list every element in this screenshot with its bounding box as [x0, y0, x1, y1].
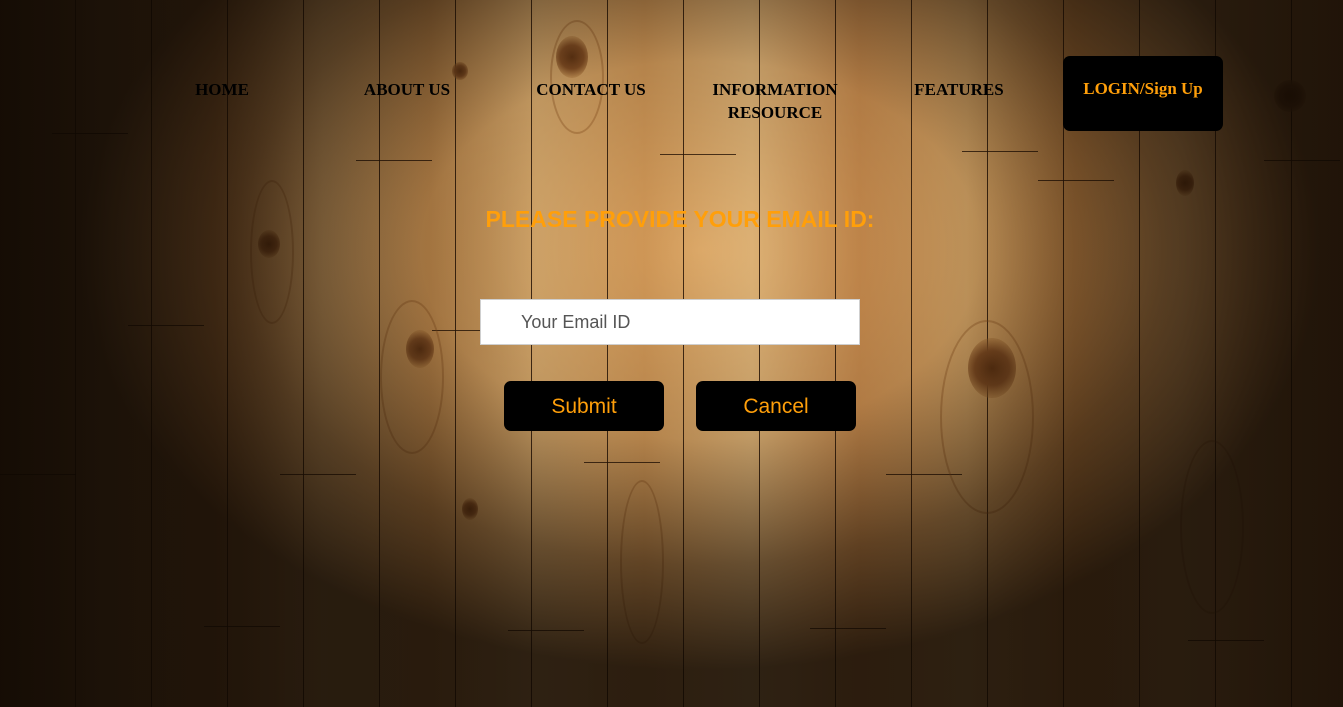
wood-knot — [1176, 170, 1194, 196]
plank-seam — [204, 626, 280, 627]
wood-knot — [406, 330, 434, 368]
plank-seam — [356, 160, 432, 161]
nav-features-link[interactable]: FEATURES — [900, 78, 1018, 101]
plank-seam — [810, 628, 886, 629]
wood-knot — [968, 338, 1016, 398]
wood-knot — [462, 498, 478, 520]
submit-button[interactable]: Submit — [504, 381, 664, 431]
email-input[interactable] — [480, 299, 860, 345]
nav-information-resource-link[interactable]: INFORMATION RESOURCE — [700, 78, 850, 124]
wood-grain — [380, 300, 444, 454]
cancel-button[interactable]: Cancel — [696, 381, 856, 431]
plank-seam — [508, 630, 584, 631]
nav-about-us-link[interactable]: ABOUT US — [347, 78, 467, 101]
nav-home-link[interactable]: HOME — [162, 78, 282, 101]
main-navigation: HOME ABOUT US CONTACT US INFORMATION RES… — [0, 0, 1343, 140]
plank-seam — [280, 474, 356, 475]
nav-contact-us-link[interactable]: CONTACT US — [530, 78, 652, 101]
email-prompt-heading: PLEASE PROVIDE YOUR EMAIL ID: — [485, 206, 875, 232]
plank-seam — [962, 151, 1038, 152]
wood-grain — [1180, 440, 1244, 614]
plank-seam — [660, 154, 736, 155]
plank-seam — [1264, 160, 1340, 161]
plank-seam — [584, 462, 660, 463]
plank-seam — [1038, 180, 1114, 181]
wood-grain — [620, 480, 664, 644]
plank-seam — [1188, 640, 1264, 641]
plank-seam — [128, 325, 204, 326]
wood-knot — [258, 230, 280, 258]
login-signup-button[interactable]: LOGIN/Sign Up — [1063, 56, 1223, 131]
plank-seam — [0, 474, 76, 475]
